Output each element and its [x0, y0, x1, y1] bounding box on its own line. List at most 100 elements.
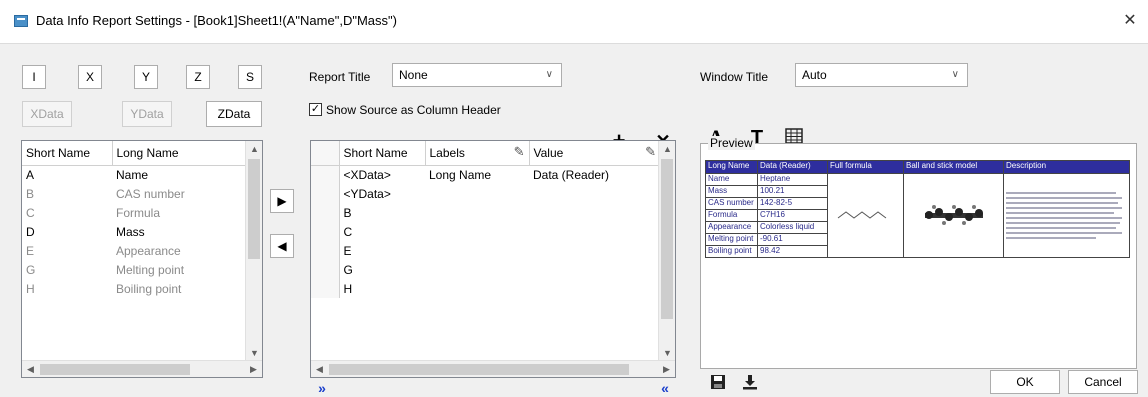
preview-label: Preview [708, 136, 755, 150]
row-selector[interactable] [311, 184, 340, 203]
table-row[interactable]: D Mass [22, 222, 247, 241]
value-cell[interactable] [529, 203, 660, 222]
short-name-cell: A [26, 167, 35, 182]
pencil-icon[interactable]: ✎ [645, 144, 656, 160]
row-selector[interactable] [311, 165, 340, 184]
value-cell[interactable] [529, 241, 660, 260]
scrollbar-thumb[interactable] [40, 364, 190, 375]
selected-items-table[interactable]: Short Name Labels ✎ Value ✎ <XData> Long … [310, 140, 676, 378]
table-row[interactable]: E Appearance [22, 241, 247, 260]
scroll-up-icon[interactable]: ▲ [659, 141, 675, 158]
table-row[interactable]: A Name [22, 165, 247, 184]
col-header-labels[interactable]: Labels ✎ [425, 141, 530, 165]
col-header-short-name[interactable]: Short Name [339, 141, 426, 165]
preview-cell: C7H16 [757, 209, 828, 222]
show-source-checkbox[interactable]: ✓ [309, 103, 322, 116]
row-selector[interactable] [311, 260, 340, 279]
preview-cell: CAS number [705, 197, 758, 210]
ok-button[interactable]: OK [990, 370, 1060, 394]
short-name-cell: C [26, 205, 35, 220]
table-row[interactable]: H Boiling point [22, 279, 247, 298]
xdata-button[interactable]: XData [22, 101, 72, 127]
left-vertical-scrollbar[interactable]: ▲ ▼ [245, 141, 262, 362]
cancel-button[interactable]: Cancel [1068, 370, 1138, 394]
table-row[interactable]: H [311, 279, 660, 298]
ydata-button[interactable]: YData [122, 101, 172, 127]
short-name-cell: B [26, 186, 35, 201]
label-cell[interactable] [425, 222, 529, 241]
collapse-button[interactable]: « [654, 381, 676, 396]
zdata-button[interactable]: ZData [206, 101, 262, 127]
col-header-value[interactable]: Value ✎ [529, 141, 660, 165]
scroll-left-icon[interactable]: ◀ [311, 361, 328, 377]
short-name-cell: D [26, 224, 35, 239]
row-selector[interactable] [311, 279, 340, 298]
col-button-i[interactable]: I [22, 65, 46, 89]
move-right-button[interactable]: ▶ [270, 189, 294, 213]
label-cell[interactable] [425, 184, 529, 203]
short-name-cell: H [343, 281, 353, 296]
table-row[interactable]: C [311, 222, 660, 241]
preview-header-cell: Data (Reader) [757, 160, 828, 174]
scrollbar-thumb[interactable] [329, 364, 629, 375]
scrollbar-thumb[interactable] [661, 159, 673, 319]
expand-button[interactable]: » [311, 381, 333, 396]
scroll-up-icon[interactable]: ▲ [246, 141, 262, 158]
table-row[interactable]: B [311, 203, 660, 222]
table-row[interactable]: G [311, 260, 660, 279]
table-row[interactable]: <XData> Long Name Data (Reader) [311, 165, 660, 184]
value-cell[interactable] [529, 260, 660, 279]
short-name-cell: C [343, 224, 353, 239]
label-cell[interactable] [425, 279, 529, 298]
available-columns-table[interactable]: Short Name Long Name A Name B CAS number C… [21, 140, 263, 378]
label-cell[interactable] [425, 260, 529, 279]
col-header-long-name[interactable]: Long Name [112, 141, 247, 165]
move-left-button[interactable]: ◀ [270, 234, 294, 258]
short-name-cell: E [343, 243, 352, 258]
chevron-down-icon: ∨ [545, 69, 553, 80]
short-name-cell: <YData> [343, 186, 391, 201]
table-row[interactable]: C Formula [22, 203, 247, 222]
value-cell[interactable] [529, 184, 660, 203]
window-title-select[interactable]: Auto ∨ [795, 63, 968, 87]
col-button-z[interactable]: Z [186, 65, 210, 89]
description-cell [1003, 173, 1130, 258]
pencil-icon[interactable]: ✎ [514, 144, 525, 160]
middle-horizontal-scrollbar[interactable]: ◀ ▶ [311, 360, 675, 377]
col-button-y[interactable]: Y [134, 65, 158, 89]
skeletal-formula-icon [837, 210, 886, 219]
row-selector[interactable] [311, 222, 340, 241]
col-header-short-name[interactable]: Short Name [22, 141, 113, 165]
label-cell[interactable] [425, 203, 529, 222]
table-row[interactable]: G Melting point [22, 260, 247, 279]
close-icon[interactable]: ✕ [1120, 10, 1140, 30]
table-row[interactable]: <YData> [311, 184, 660, 203]
scrollbar-thumb[interactable] [248, 159, 260, 259]
scroll-left-icon[interactable]: ◀ [22, 361, 39, 377]
preview-header-cell: Description [1003, 160, 1130, 174]
value-cell[interactable] [529, 222, 660, 241]
table-row[interactable]: B CAS number [22, 184, 247, 203]
report-title-select[interactable]: None ∨ [392, 63, 562, 87]
value-cell[interactable]: Data (Reader) [529, 165, 660, 184]
long-name-cell: Mass [116, 224, 145, 239]
value-cell[interactable] [529, 279, 660, 298]
short-name-cell: B [343, 205, 352, 220]
row-selector[interactable] [311, 203, 340, 222]
short-name-cell: H [26, 281, 35, 296]
left-horizontal-scrollbar[interactable]: ◀ ▶ [22, 360, 262, 377]
middle-vertical-scrollbar[interactable]: ▲ ▼ [658, 141, 675, 362]
save-button[interactable] [708, 374, 728, 394]
app-icon [14, 15, 28, 27]
label-cell[interactable]: Long Name [425, 165, 529, 184]
row-selector[interactable] [311, 241, 340, 260]
label-cell[interactable] [425, 241, 529, 260]
save-icon [711, 375, 725, 389]
scroll-right-icon[interactable]: ▶ [658, 361, 675, 377]
ball-stick-image [903, 173, 1004, 258]
table-row[interactable]: E [311, 241, 660, 260]
scroll-right-icon[interactable]: ▶ [245, 361, 262, 377]
col-button-x[interactable]: X [78, 65, 102, 89]
load-button[interactable] [740, 374, 760, 394]
col-button-s[interactable]: S [238, 65, 262, 89]
